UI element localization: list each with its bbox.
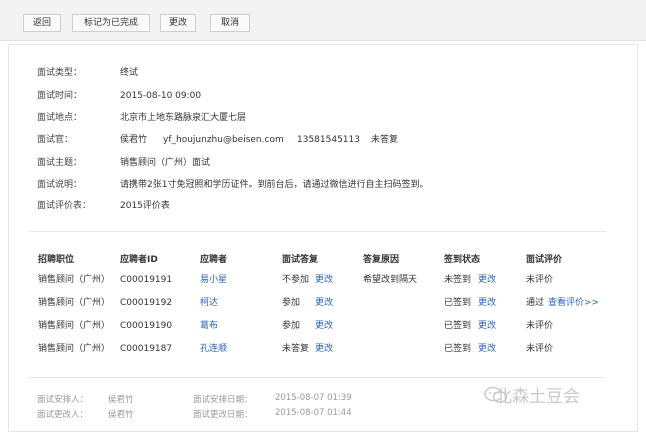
column-header: 应聘者ID — [120, 255, 158, 265]
arrange-date-label: 面试安排日期： — [193, 395, 253, 405]
modifier-value: 侯君竹 — [108, 410, 134, 420]
detail-value: 2015评价表 — [120, 201, 170, 211]
back-button[interactable]: 返回 — [23, 14, 61, 32]
edit-reply-link[interactable]: 更改 — [315, 342, 333, 356]
column-header: 签到状态 — [444, 255, 481, 265]
detail-value: 北京市上地东路脉泉汇大厦七层 — [120, 113, 247, 123]
cell-candidate-id: C00019192 — [120, 298, 173, 308]
cell-evaluation: 未评价 — [526, 321, 554, 331]
cell-evaluation: 未评价 — [526, 275, 554, 285]
detail-label: 面试类型： — [37, 68, 83, 78]
detail-label: 面试地点： — [37, 113, 83, 123]
detail-label: 面试说明： — [37, 180, 83, 190]
cell-evaluation: 通过 — [526, 298, 545, 308]
interviewer-email: yf_houjunzhu@beisen.com — [163, 135, 284, 145]
divider — [28, 377, 606, 378]
cancel-button[interactable]: 取消 — [210, 14, 250, 32]
detail-value: 2015-08-10 09:00 — [120, 91, 202, 101]
modify-date-value: 2015-08-07 01:44 — [275, 408, 352, 418]
cell-position: 销售顾问（广州） — [38, 321, 111, 331]
candidate-name-link[interactable]: 易小星 — [200, 273, 227, 287]
view-evaluation-link[interactable]: 查看评价>> — [548, 296, 599, 310]
cell-position: 销售顾问（广州） — [38, 275, 111, 285]
cell-reply: 不参加 — [282, 275, 310, 285]
edit-reply-link[interactable]: 更改 — [315, 273, 333, 287]
cell-checkin: 未签到 — [444, 275, 472, 285]
edit-reply-link[interactable]: 更改 — [315, 319, 333, 333]
cell-candidate-id: C00019191 — [120, 275, 173, 285]
interviewer-name: 侯君竹 — [120, 135, 148, 145]
arranger-value: 侯君竹 — [108, 395, 134, 405]
edit-checkin-link[interactable]: 更改 — [478, 273, 496, 287]
edit-checkin-link[interactable]: 更改 — [478, 296, 496, 310]
detail-value: 请携带2张1寸免冠照和学历证件。到前台后，请通过微信进行自主扫码签到。 — [120, 180, 429, 190]
cell-checkin: 已签到 — [444, 321, 472, 331]
watermark-text: 北森土豆会 — [495, 387, 580, 407]
cell-reply: 参加 — [282, 298, 301, 308]
edit-reply-link[interactable]: 更改 — [315, 296, 333, 310]
cell-position: 销售顾问（广州） — [38, 344, 111, 354]
edit-checkin-link[interactable]: 更改 — [478, 342, 496, 356]
mark-done-button[interactable]: 标记为已完成 — [72, 14, 150, 32]
toolbar: 返回 标记为已完成 更改 取消 — [0, 0, 646, 41]
cell-reply: 未答复 — [282, 344, 310, 354]
edit-button[interactable]: 更改 — [160, 14, 196, 32]
cell-evaluation: 未评价 — [526, 344, 554, 354]
column-header: 答复原因 — [363, 255, 400, 265]
edit-checkin-link[interactable]: 更改 — [478, 319, 496, 333]
cell-reply: 参加 — [282, 321, 301, 331]
detail-value: 终试 — [120, 68, 139, 78]
interviewer-status: 未答复 — [371, 135, 399, 145]
detail-label: 面试评价表： — [37, 201, 92, 211]
divider — [28, 231, 606, 232]
arrange-date-value: 2015-08-07 01:39 — [275, 393, 352, 403]
modify-date-label: 面试更改日期： — [193, 410, 253, 420]
cell-candidate-id: C00019187 — [120, 344, 173, 354]
detail-label: 面试官： — [37, 135, 74, 145]
content-panel — [8, 44, 638, 432]
arranger-label: 面试安排人： — [37, 395, 89, 405]
cell-position: 销售顾问（广州） — [38, 298, 111, 308]
candidate-name-link[interactable]: 葛布 — [200, 319, 218, 333]
interviewer-phone: 13581545113 — [297, 135, 360, 145]
candidate-name-link[interactable]: 柯达 — [200, 296, 218, 310]
detail-label: 面试时间： — [37, 91, 83, 101]
cell-reason: 希望改到隔天 — [363, 275, 418, 285]
column-header: 面试答复 — [282, 255, 319, 265]
column-header: 招聘职位 — [38, 255, 75, 265]
detail-label: 面试主题： — [37, 158, 83, 168]
candidate-name-link[interactable]: 孔连顺 — [200, 342, 227, 356]
cell-checkin: 已签到 — [444, 344, 472, 354]
column-header: 应聘者 — [200, 255, 228, 265]
cell-candidate-id: C00019190 — [120, 321, 173, 331]
modifier-label: 面试更改人： — [37, 410, 89, 420]
detail-value: 销售顾问（广州）面试 — [120, 158, 211, 168]
column-header: 面试评价 — [526, 255, 563, 265]
cell-checkin: 已签到 — [444, 298, 472, 308]
